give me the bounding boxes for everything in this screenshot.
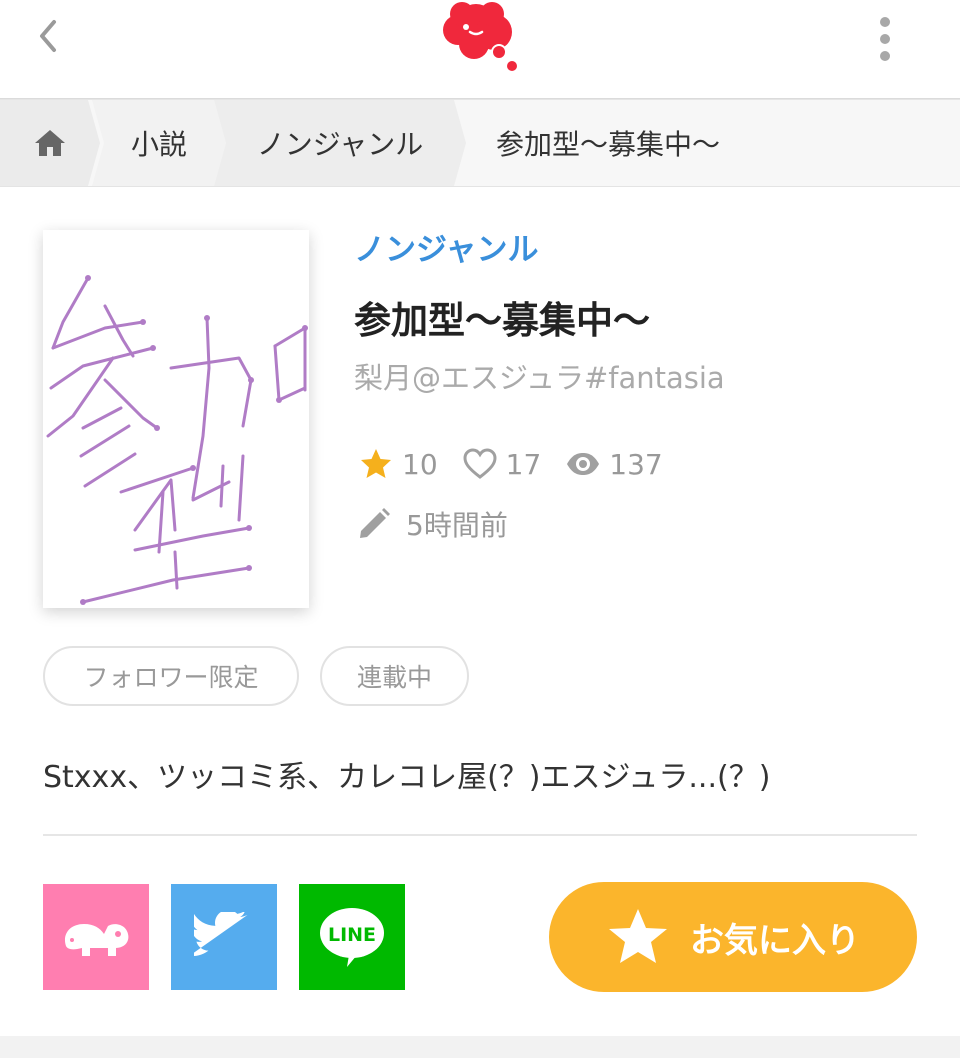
- breadcrumb-label: ノンジャンル: [256, 128, 424, 161]
- star-icon: [609, 909, 667, 963]
- divider: [43, 834, 917, 836]
- author-link[interactable]: 梨月@エスジュラ#fantasia: [354, 355, 725, 397]
- line-label: LINE: [328, 924, 376, 946]
- add-favorite-button[interactable]: お気に入り: [549, 882, 917, 992]
- tag-label: フォロワー限定: [83, 663, 259, 692]
- back-arrow-icon: [40, 20, 56, 52]
- updated-time: 5時間前: [406, 509, 508, 542]
- tag-serializing[interactable]: 連載中: [320, 646, 469, 706]
- more-vert-icon: [880, 17, 890, 61]
- work-description: Stxxx、ツッコミ系、カレコレ屋(？)エスジュラ...(？): [43, 760, 771, 795]
- work-stats: 10 17 137: [358, 442, 687, 486]
- heart-icon: [463, 448, 497, 479]
- cover-handwriting: [46, 275, 308, 605]
- star-icon: [361, 449, 391, 478]
- more-options-button[interactable]: [866, 12, 904, 66]
- genre-link[interactable]: ノンジャンル: [354, 224, 538, 269]
- line-icon: LINE: [320, 908, 384, 967]
- top-app-bar: [0, 0, 960, 98]
- share-button-twitter[interactable]: [171, 884, 277, 990]
- cover-image[interactable]: [43, 230, 309, 608]
- star-count: 10: [402, 447, 438, 481]
- view-count: 137: [609, 447, 663, 481]
- site-logo[interactable]: [432, 0, 524, 74]
- updated-info: 5時間前: [356, 502, 508, 546]
- favorite-label: お気に入り: [690, 920, 860, 961]
- breadcrumb-item-novel[interactable]: 小説: [92, 100, 226, 186]
- pencil-icon: [360, 508, 390, 538]
- work-title: 参加型〜募集中〜: [354, 299, 650, 342]
- elephant-icon: [64, 924, 129, 956]
- share-button-app[interactable]: [43, 884, 149, 990]
- tag-followers-only[interactable]: フォロワー限定: [43, 646, 299, 706]
- breadcrumb-item-genre[interactable]: ノンジャンル: [214, 100, 466, 186]
- back-button[interactable]: [26, 14, 70, 58]
- breadcrumb-label: 参加型〜募集中〜: [496, 128, 721, 161]
- home-icon: [35, 130, 65, 156]
- like-count: 17: [505, 447, 542, 481]
- breadcrumb-label: 小説: [130, 128, 187, 161]
- breadcrumb-item-current: 参加型〜募集中〜: [466, 100, 796, 186]
- breadcrumb-home[interactable]: [0, 100, 100, 186]
- breadcrumb: 小説 ノンジャンル 参加型〜募集中〜: [0, 100, 960, 187]
- twitter-bird-icon: [194, 912, 248, 957]
- footer-strip: [0, 1036, 960, 1058]
- share-button-line[interactable]: LINE: [299, 884, 405, 990]
- eye-icon: [567, 453, 600, 475]
- logo-icon: [443, 2, 517, 71]
- tag-label: 連載中: [356, 663, 432, 692]
